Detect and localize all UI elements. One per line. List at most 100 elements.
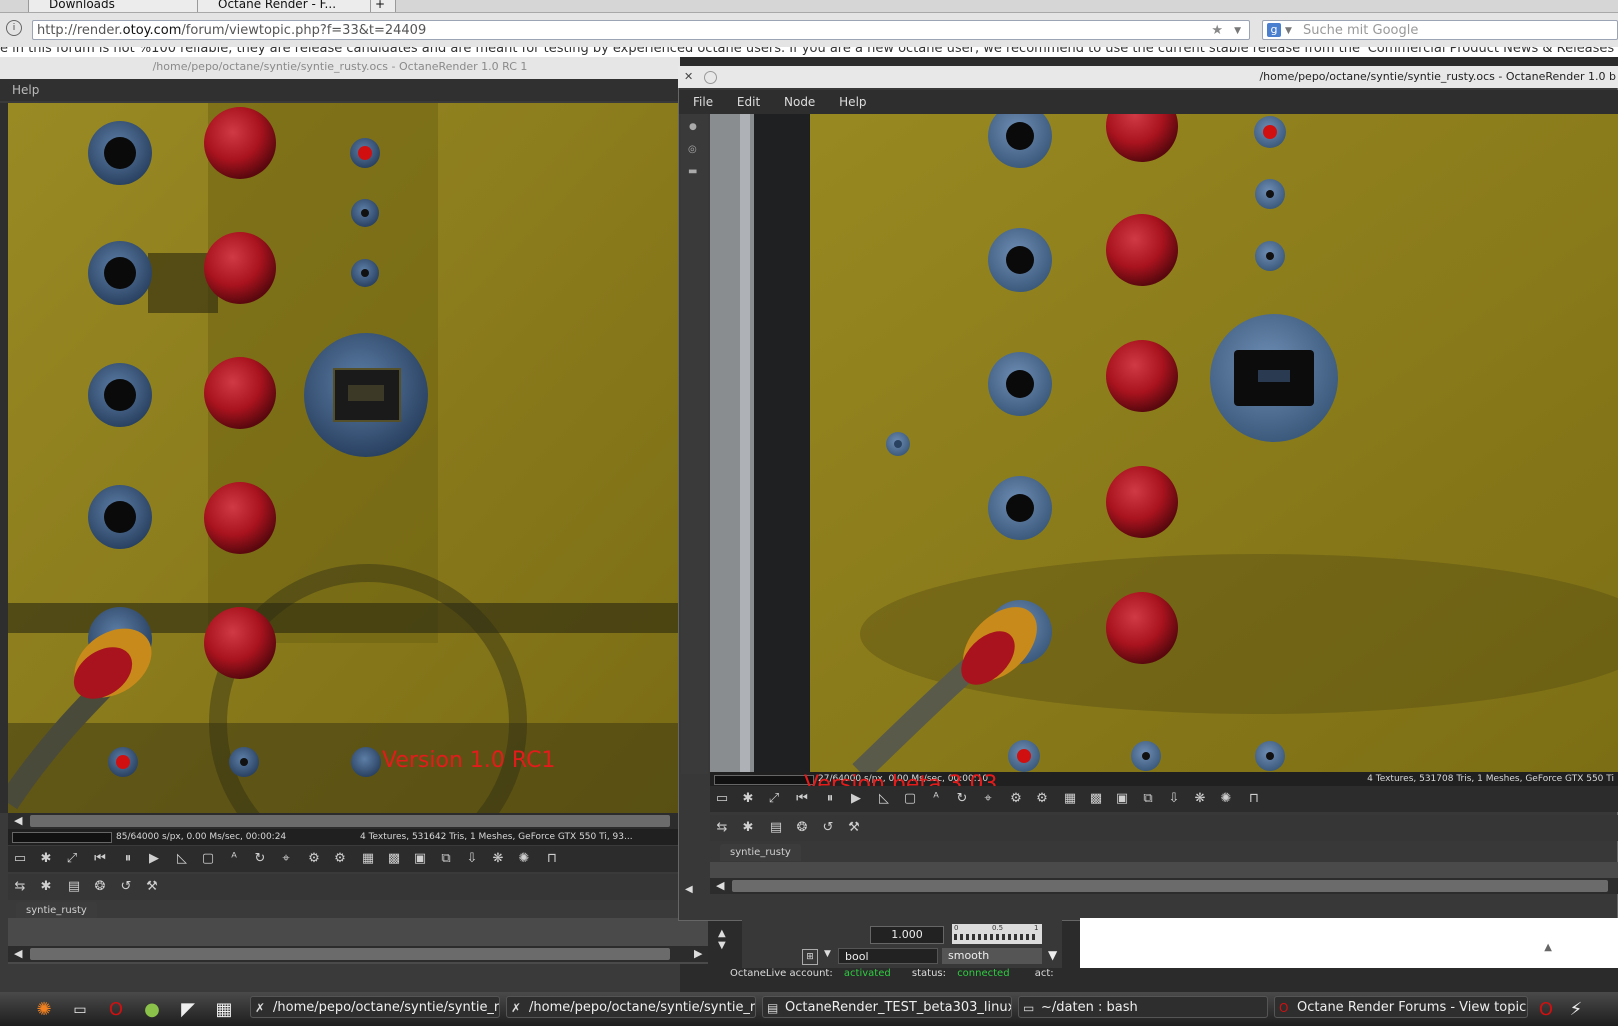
opera-tray-icon[interactable]: O (1532, 997, 1560, 1023)
scroll-thumb[interactable] (732, 880, 1608, 892)
scroll-arrows[interactable]: ▲ ▼ (718, 928, 734, 958)
zoom-icon[interactable]: ◎ (688, 144, 697, 155)
lock-icon[interactable]: ⊓ (1246, 791, 1262, 807)
sun-icon[interactable]: ✺ (516, 851, 532, 867)
save-image-icon[interactable]: ▭ (12, 851, 28, 867)
menu-help[interactable]: Help (839, 95, 866, 109)
gear-icon[interactable]: ⚙ (332, 851, 348, 867)
reset-icon[interactable]: ✱ (740, 820, 756, 836)
refresh-icon[interactable]: ↺ (118, 879, 134, 895)
task-browser[interactable]: O Octane Render Forums - View topic - O (1274, 996, 1528, 1018)
megaphone-icon[interactable]: ◤ (174, 997, 202, 1023)
node-type-icon[interactable]: ⊞ (802, 949, 818, 965)
sun-icon[interactable]: ✺ (1218, 791, 1234, 807)
save-icon[interactable]: ▤ (66, 879, 82, 895)
material-icon[interactable]: ❋ (490, 851, 506, 867)
refresh-icon[interactable]: ↻ (954, 791, 970, 807)
import-icon[interactable]: ⇩ (1166, 791, 1182, 807)
arrow-left-icon[interactable]: ◀ (14, 947, 22, 960)
tiles-icon[interactable]: ▣ (412, 851, 428, 867)
node-icon[interactable]: ❂ (794, 820, 810, 836)
value-slider[interactable]: 0 0.5 1 (952, 924, 1042, 944)
new-tab-button[interactable]: + (370, 0, 396, 12)
terminal-icon[interactable]: ▭ (66, 997, 94, 1023)
node-scrollbar[interactable]: ◀ (710, 878, 1618, 894)
task-octane-rc1[interactable]: ✗ /home/pepo/octane/syntie/syntie_rust (250, 996, 500, 1018)
render-viewport[interactable] (710, 114, 1618, 772)
gear-icon[interactable]: ⚙ (1008, 791, 1024, 807)
settings-icon[interactable]: ⚒ (846, 820, 862, 836)
arrow-left-icon[interactable]: ◀ (685, 884, 693, 895)
tab-downloads[interactable]: Downloads ✕ (28, 0, 215, 12)
copy-icon[interactable]: ⧉ (438, 851, 454, 867)
node-scrollbar[interactable]: ◀ ▶ (8, 946, 708, 962)
search-input[interactable]: g ▼ Suche mit Google (1262, 20, 1618, 40)
arrow-right-icon[interactable]: ▶ (694, 947, 702, 960)
chevron-down-icon[interactable]: ▼ (824, 949, 831, 959)
menu-node[interactable]: Node (784, 95, 815, 109)
tab-syntie-rusty[interactable]: syntie_rusty (720, 844, 801, 861)
lock-icon[interactable]: ⊓ (544, 851, 560, 867)
restart-icon[interactable]: ⏮ (92, 851, 108, 867)
value-field[interactable]: 1.000 (870, 926, 944, 944)
opera-icon[interactable]: O (102, 997, 130, 1023)
calculator-icon[interactable]: ▦ (210, 997, 238, 1023)
display-icon[interactable]: ▢ (902, 791, 918, 807)
task-file-manager[interactable]: ▤ OctaneRender_TEST_beta303_linux64 (762, 996, 1012, 1018)
picker-icon[interactable]: ⌖ (278, 851, 294, 867)
region-icon[interactable]: ◺ (876, 791, 892, 807)
settings-icon[interactable]: ⚒ (144, 879, 160, 895)
url-bar[interactable]: http://render.otoy.com/forum/viewtopic.p… (32, 20, 1250, 40)
refresh-icon[interactable]: ↺ (820, 820, 836, 836)
copy-icon[interactable]: ⧉ (1140, 791, 1156, 807)
zoom-icon[interactable]: ⤢ (64, 851, 80, 867)
zoom-icon[interactable]: ⤢ (766, 791, 782, 807)
play-icon[interactable]: ▶ (848, 791, 864, 807)
star-icon[interactable]: ★ (1211, 21, 1223, 41)
link-icon[interactable]: ⇆ (12, 879, 28, 895)
af-icon[interactable]: ᴬ (226, 851, 242, 867)
gear-icon[interactable]: ⚙ (306, 851, 322, 867)
reset-icon[interactable]: ✱ (38, 879, 54, 895)
minimize-icon[interactable] (704, 71, 717, 84)
menu-edit[interactable]: Edit (737, 95, 760, 109)
checker-icon[interactable]: ▩ (386, 851, 402, 867)
refresh-icon[interactable]: ↻ (252, 851, 268, 867)
arrow-down-icon[interactable]: ▼ (1048, 948, 1057, 962)
type-select[interactable]: bool (838, 948, 938, 964)
tab-syntie-rusty[interactable]: syntie_rusty (16, 902, 97, 919)
gimp-icon[interactable]: ● (138, 997, 166, 1023)
scroll-thumb[interactable] (30, 948, 670, 960)
gear-icon[interactable]: ⚙ (1034, 791, 1050, 807)
tray-icon[interactable]: ⚡ (1562, 997, 1590, 1023)
play-icon[interactable]: ▶ (146, 851, 162, 867)
grid-icon[interactable]: ▦ (360, 851, 376, 867)
minus-icon[interactable]: ▬ (688, 166, 697, 177)
region-icon[interactable]: ◺ (174, 851, 190, 867)
pause-icon[interactable]: ⏸ (822, 791, 838, 807)
arrow-left-icon[interactable]: ◀ (716, 879, 724, 892)
chevron-down-icon[interactable]: ▼ (1285, 21, 1292, 41)
arrow-up-icon[interactable]: ▲ (1544, 942, 1552, 953)
task-terminal[interactable]: ▭ ~/daten : bash (1018, 996, 1268, 1018)
render-viewport[interactable] (8, 103, 680, 813)
menu-help[interactable]: Help (12, 83, 39, 97)
tiles-icon[interactable]: ▣ (1114, 791, 1130, 807)
checker-icon[interactable]: ▩ (1088, 791, 1104, 807)
menu-file[interactable]: File (693, 95, 713, 109)
node-icon[interactable]: ❂ (92, 879, 108, 895)
af-icon[interactable]: ᴬ (928, 791, 944, 807)
mode-select[interactable]: smooth (942, 948, 1042, 964)
link-icon[interactable]: ⇆ (714, 820, 730, 836)
close-icon[interactable]: ✕ (684, 66, 693, 88)
site-info-icon[interactable]: i (6, 20, 22, 36)
scroll-thumb[interactable] (30, 815, 670, 827)
pause-icon[interactable]: ⏸ (120, 851, 136, 867)
save-icon[interactable]: ▤ (768, 820, 784, 836)
import-icon[interactable]: ⇩ (464, 851, 480, 867)
picker-icon[interactable]: ⌖ (980, 791, 996, 807)
task-octane-beta[interactable]: ✗ /home/pepo/octane/syntie/syntie_rust (506, 996, 756, 1018)
arrow-left-icon[interactable]: ◀ (14, 814, 22, 827)
reset-icon[interactable]: ✱ (740, 791, 756, 807)
horizontal-scrollbar[interactable]: ◀ (8, 813, 680, 829)
